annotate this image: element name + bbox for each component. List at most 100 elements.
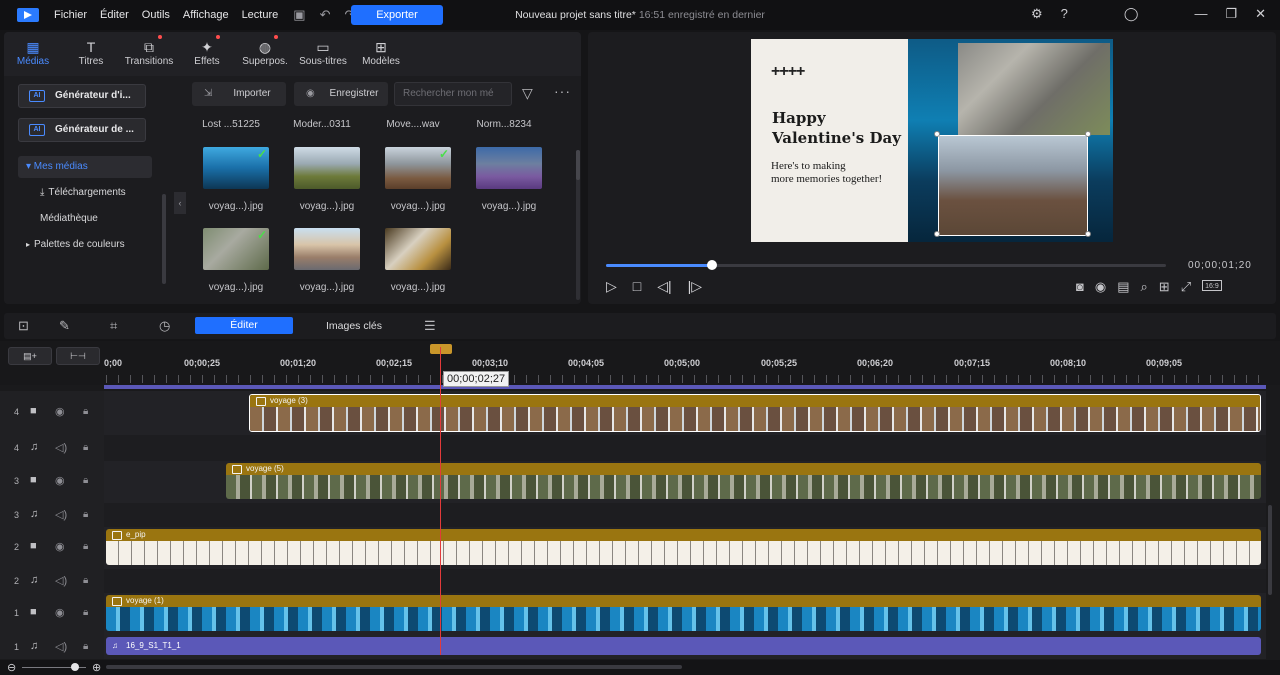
- record-button[interactable]: ◉ Enregistrer: [294, 82, 388, 106]
- resize-handle[interactable]: [934, 131, 940, 137]
- lock-icon[interactable]: 🔒︎: [83, 406, 88, 417]
- media-thumbnail[interactable]: ✓ voyag...).jpg: [198, 228, 274, 293]
- speed-icon[interactable]: ◷: [159, 318, 170, 334]
- menu-outils[interactable]: Outils: [142, 9, 170, 21]
- seek-knob[interactable]: [707, 260, 718, 270]
- media-name[interactable]: Move....wav: [368, 119, 458, 130]
- visibility-icon[interactable]: ◉: [55, 405, 65, 418]
- subtitle-toggle-icon[interactable]: ▤: [1117, 279, 1129, 295]
- media-thumbnail[interactable]: voyag...).jpg: [289, 147, 365, 212]
- visibility-icon[interactable]: ◉: [55, 474, 65, 487]
- tab-images-cles[interactable]: Images clés: [326, 320, 382, 332]
- account-icon[interactable]: ◯: [1124, 6, 1139, 22]
- video-clip[interactable]: voyage (1): [106, 595, 1261, 631]
- ai-image-generator-button[interactable]: AI Générateur d'i...: [18, 84, 146, 108]
- save-icon[interactable]: ▣: [293, 7, 305, 23]
- export-button[interactable]: Exporter: [351, 5, 443, 25]
- search-input[interactable]: Rechercher mon mé: [394, 82, 512, 106]
- sidebar-item-mes-medias[interactable]: ▾ Mes médias: [18, 156, 152, 178]
- volume-icon[interactable]: ◁): [55, 508, 67, 521]
- video-clip[interactable]: e_pip: [106, 529, 1261, 565]
- menu-lecture[interactable]: Lecture: [242, 9, 279, 21]
- media-thumbnail[interactable]: ✓ voyag...).jpg: [380, 147, 456, 212]
- tab-medias[interactable]: ▦ Médias: [4, 32, 62, 76]
- resize-handle[interactable]: [1085, 131, 1091, 137]
- video-clip[interactable]: voyage (3): [249, 394, 1261, 432]
- zoom-out-icon[interactable]: ⊖: [7, 661, 16, 674]
- filter-icon[interactable]: ▽: [522, 85, 533, 102]
- volume-icon[interactable]: ◁): [55, 640, 67, 653]
- tab-titres[interactable]: T Titres: [62, 32, 120, 76]
- lock-icon[interactable]: 🔒︎: [83, 475, 88, 486]
- media-name[interactable]: Lost ...51225: [186, 119, 276, 130]
- play-icon[interactable]: ▷: [606, 278, 617, 295]
- playhead-line[interactable]: [440, 347, 441, 655]
- fit-timeline-button[interactable]: ⊢⊣: [56, 347, 100, 365]
- lock-icon[interactable]: 🔒︎: [83, 509, 88, 520]
- track-lane[interactable]: [104, 569, 1266, 593]
- lock-icon[interactable]: 🔒︎: [83, 641, 88, 652]
- collapse-sidebar-button[interactable]: ‹: [174, 192, 186, 214]
- fullscreen-icon[interactable]: ⤢: [1181, 279, 1191, 295]
- timeline-vertical-scrollbar[interactable]: [1268, 505, 1272, 595]
- playback-seek-bar[interactable]: [606, 260, 1166, 270]
- media-thumbnail[interactable]: voyag...).jpg: [289, 228, 365, 293]
- media-thumbnail[interactable]: voyag...).jpg: [471, 147, 547, 212]
- tab-superpos[interactable]: ◍ Superpos.: [236, 32, 294, 76]
- tab-transitions[interactable]: ⧉ Transitions: [120, 32, 178, 76]
- range-bar[interactable]: [104, 385, 1266, 389]
- pen-icon[interactable]: ✎: [59, 318, 70, 334]
- snapshot-icon[interactable]: ◙: [1076, 279, 1084, 295]
- media-name[interactable]: Moder...0311: [277, 119, 367, 130]
- visibility-icon[interactable]: ◉: [55, 540, 65, 553]
- media-name[interactable]: Norm...8234: [459, 119, 549, 130]
- track-lane[interactable]: [104, 503, 1266, 527]
- volume-icon[interactable]: ◁): [55, 574, 67, 587]
- visibility-icon[interactable]: ◉: [55, 606, 65, 619]
- zoom-in-icon[interactable]: ⊕: [92, 661, 101, 674]
- preview-canvas[interactable]: ++++ Happy Valentine's Day Here's to mak…: [751, 39, 1113, 242]
- settings-gear-icon[interactable]: ⚙: [1031, 6, 1043, 22]
- timeline-ruler[interactable]: [106, 375, 1264, 383]
- import-button[interactable]: ⇲ Importer: [192, 82, 286, 106]
- next-frame-icon[interactable]: |▷: [688, 278, 702, 295]
- resize-handle[interactable]: [934, 231, 940, 237]
- media-thumbnail[interactable]: voyag...).jpg: [380, 228, 456, 293]
- tab-editer[interactable]: Éditer: [195, 317, 293, 334]
- volume-icon[interactable]: ◁): [55, 441, 67, 454]
- lock-icon[interactable]: 🔒︎: [83, 607, 88, 618]
- clip-list-icon[interactable]: ☰: [424, 318, 436, 334]
- media-thumbnail[interactable]: ✓ voyag...).jpg: [198, 147, 274, 212]
- audio-clip[interactable]: ♫ 16_9_S1_T1_1: [106, 637, 1261, 655]
- selected-road-photo[interactable]: [938, 135, 1088, 236]
- lock-icon[interactable]: 🔒︎: [83, 575, 88, 586]
- menu-fichier[interactable]: Fichier: [54, 9, 87, 21]
- scroll-thumb[interactable]: [576, 150, 580, 180]
- sidebar-item-telechargements[interactable]: ⤓ Téléchargements: [18, 182, 152, 204]
- timeline-horizontal-scrollbar[interactable]: [106, 665, 682, 669]
- undo-icon[interactable]: ↶: [320, 7, 331, 23]
- lock-icon[interactable]: 🔒︎: [83, 442, 88, 453]
- previous-frame-icon[interactable]: ◁|: [657, 278, 671, 295]
- minimize-icon[interactable]: —: [1194, 6, 1207, 22]
- sidebar-scrollbar[interactable]: [162, 194, 166, 284]
- layout-icon[interactable]: ⊞: [1159, 279, 1170, 295]
- track-lane[interactable]: [104, 435, 1266, 461]
- zoom-slider-knob[interactable]: [71, 663, 79, 671]
- ai-generator-button[interactable]: AI Générateur de ...: [18, 118, 146, 142]
- playhead-marker[interactable]: [430, 344, 452, 354]
- zoom-fit-icon[interactable]: ⌕: [1141, 279, 1148, 295]
- sidebar-item-mediatheque[interactable]: Médiathèque: [18, 208, 152, 230]
- menu-affichage[interactable]: Affichage: [183, 9, 229, 21]
- add-track-button[interactable]: ▤+: [8, 347, 52, 365]
- video-clip[interactable]: voyage (5): [226, 463, 1261, 499]
- resize-handle[interactable]: [1085, 231, 1091, 237]
- tab-effets[interactable]: ✦ Effets: [178, 32, 236, 76]
- aspect-ratio-button[interactable]: 16:9: [1202, 280, 1222, 291]
- sidebar-item-palettes[interactable]: ▸ Palettes de couleurs: [18, 234, 152, 256]
- maximize-icon[interactable]: ❐: [1225, 6, 1237, 22]
- more-options-icon[interactable]: ···: [554, 83, 571, 99]
- stop-icon[interactable]: □: [633, 278, 641, 295]
- media-grid-scrollbar[interactable]: [576, 150, 580, 300]
- help-icon[interactable]: ?: [1061, 6, 1068, 22]
